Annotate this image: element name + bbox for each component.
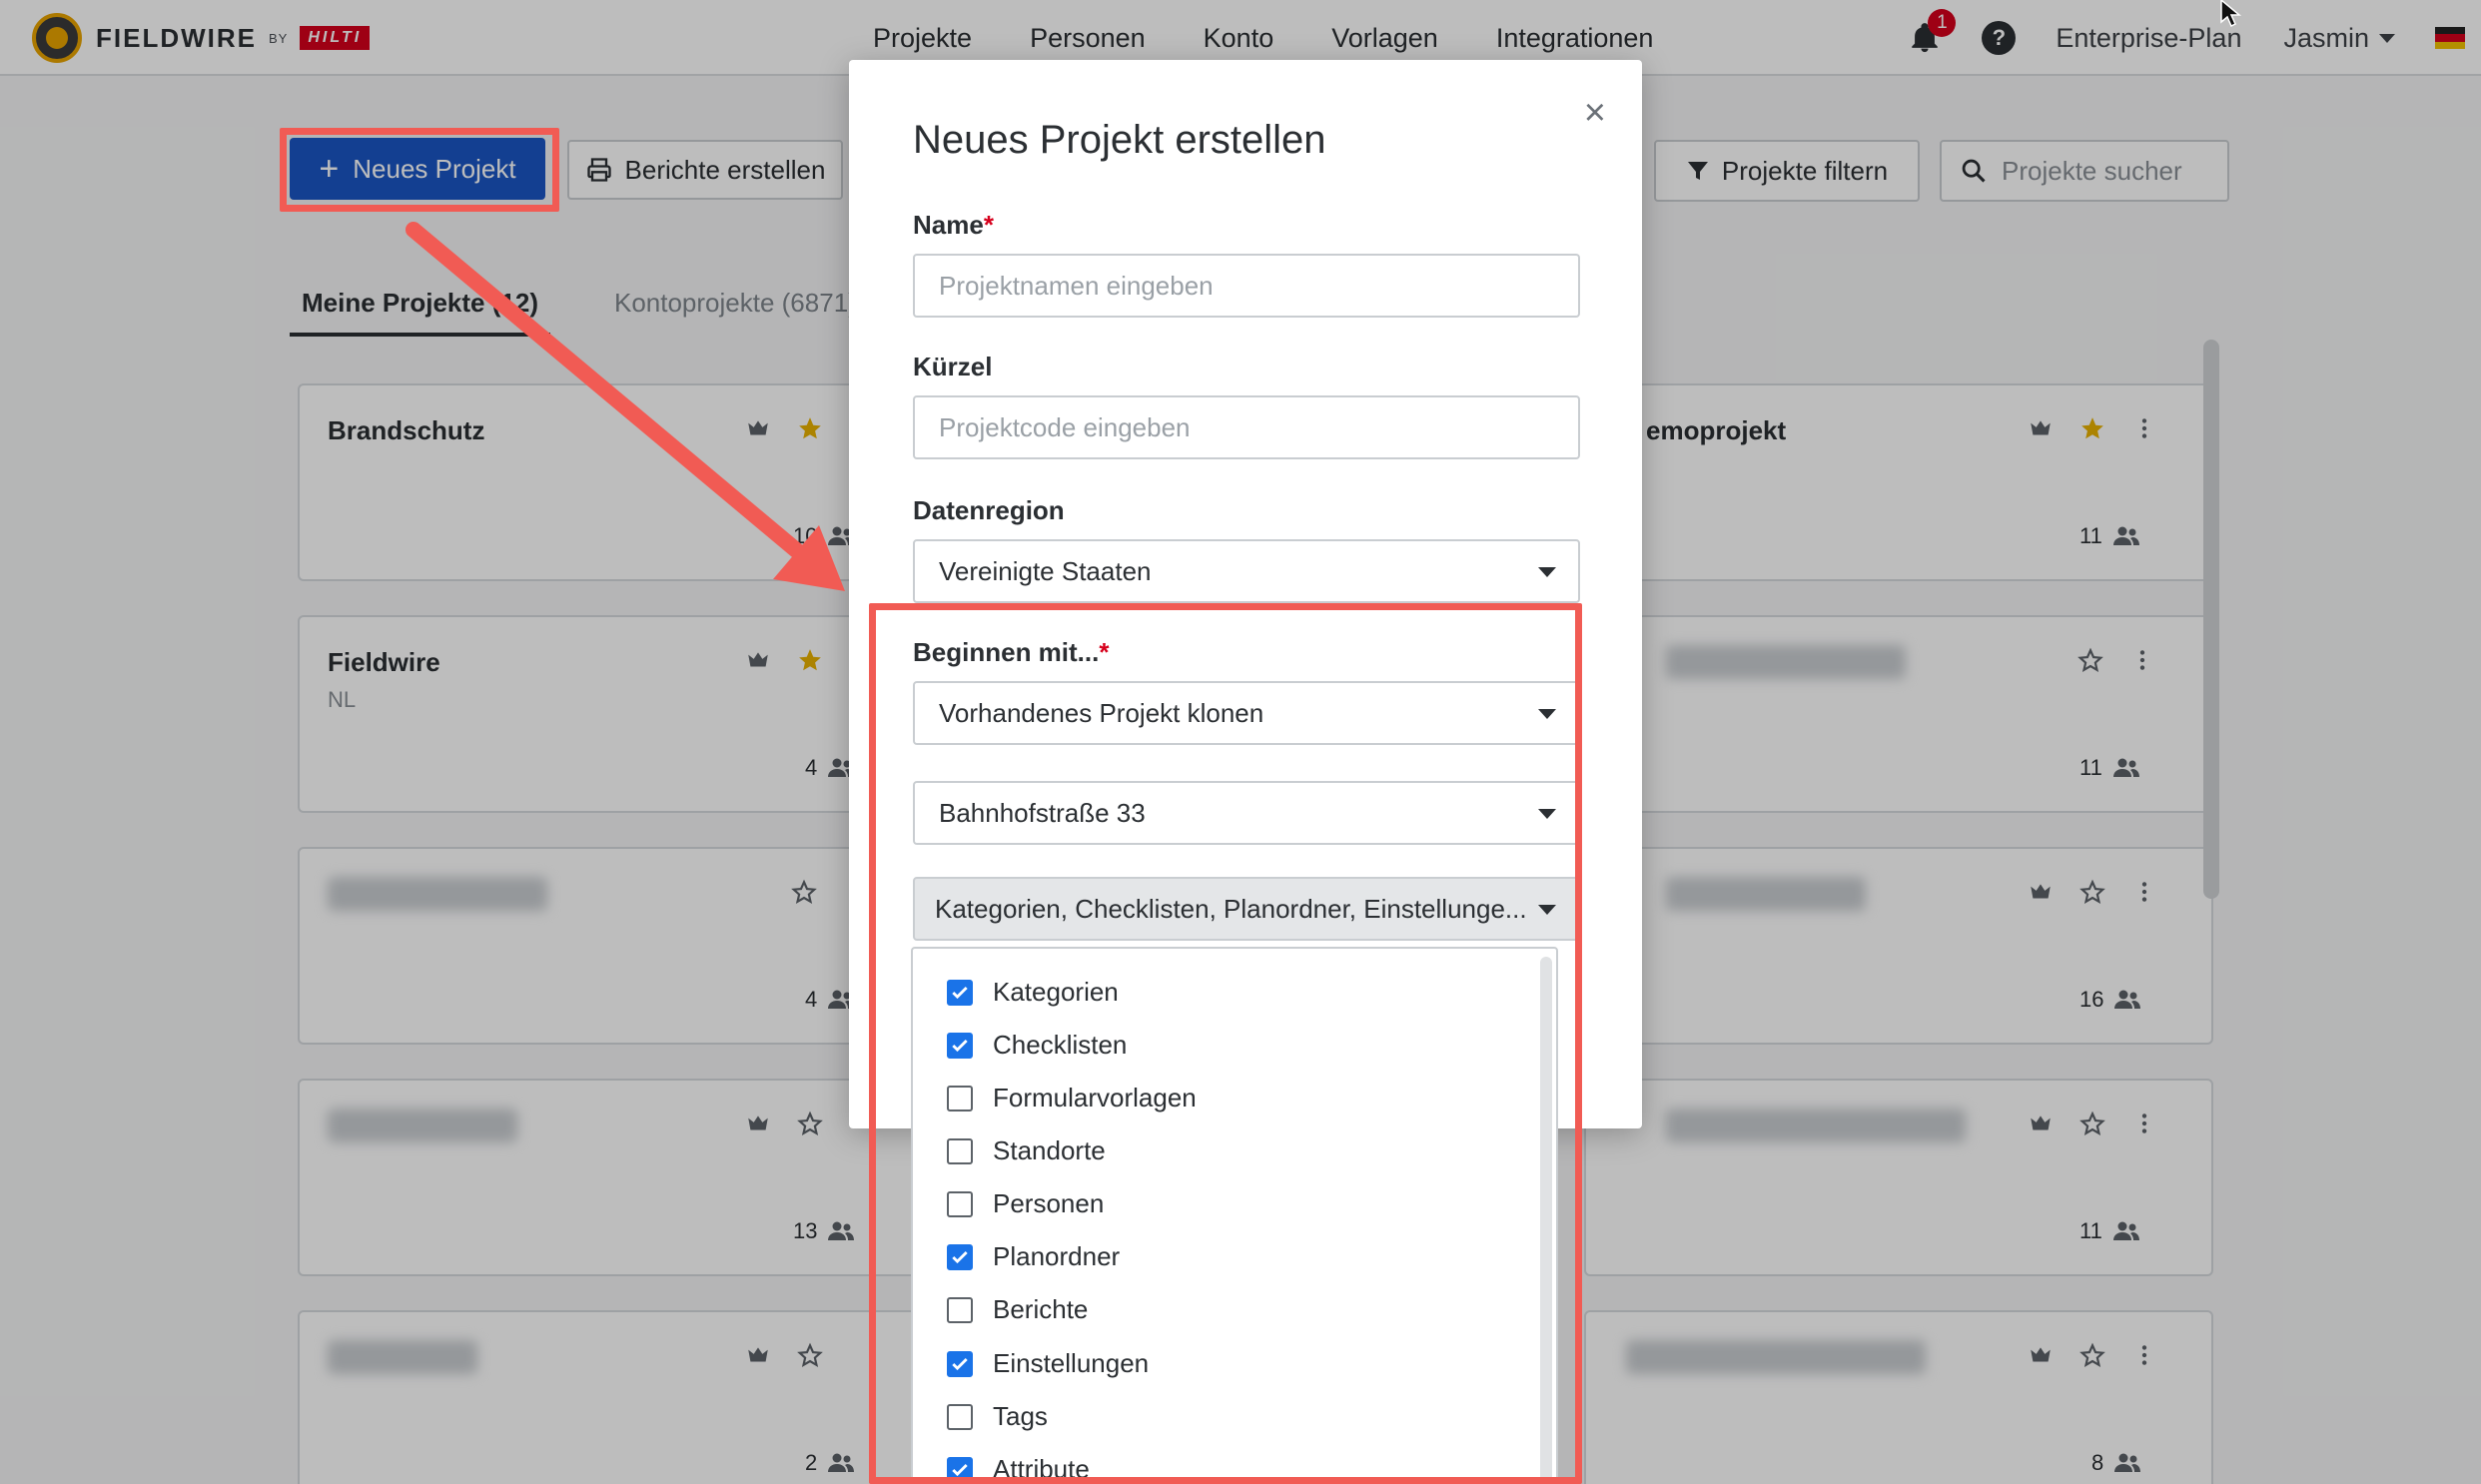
- highlight-box-new-project: [280, 128, 559, 212]
- data-region-label: Datenregion: [913, 495, 1065, 525]
- data-region-value: Vereinigte Staaten: [939, 556, 1152, 586]
- code-label: Kürzel: [913, 352, 993, 381]
- dialog-title: Neues Projekt erstellen: [913, 118, 1326, 162]
- project-name-input[interactable]: Projektnamen eingeben: [913, 254, 1580, 318]
- caret-down-icon: [1538, 567, 1556, 577]
- name-label-text: Name: [913, 210, 984, 240]
- name-label: Name*: [913, 210, 994, 241]
- highlight-box-clone-options: [869, 603, 1582, 1484]
- mouse-pointer-icon: [2220, 0, 2242, 28]
- data-region-select[interactable]: Vereinigte Staaten: [913, 539, 1580, 603]
- project-code-input[interactable]: Projektcode eingeben: [913, 395, 1580, 459]
- required-mark: *: [983, 210, 994, 240]
- close-icon[interactable]: ×: [1584, 94, 1606, 132]
